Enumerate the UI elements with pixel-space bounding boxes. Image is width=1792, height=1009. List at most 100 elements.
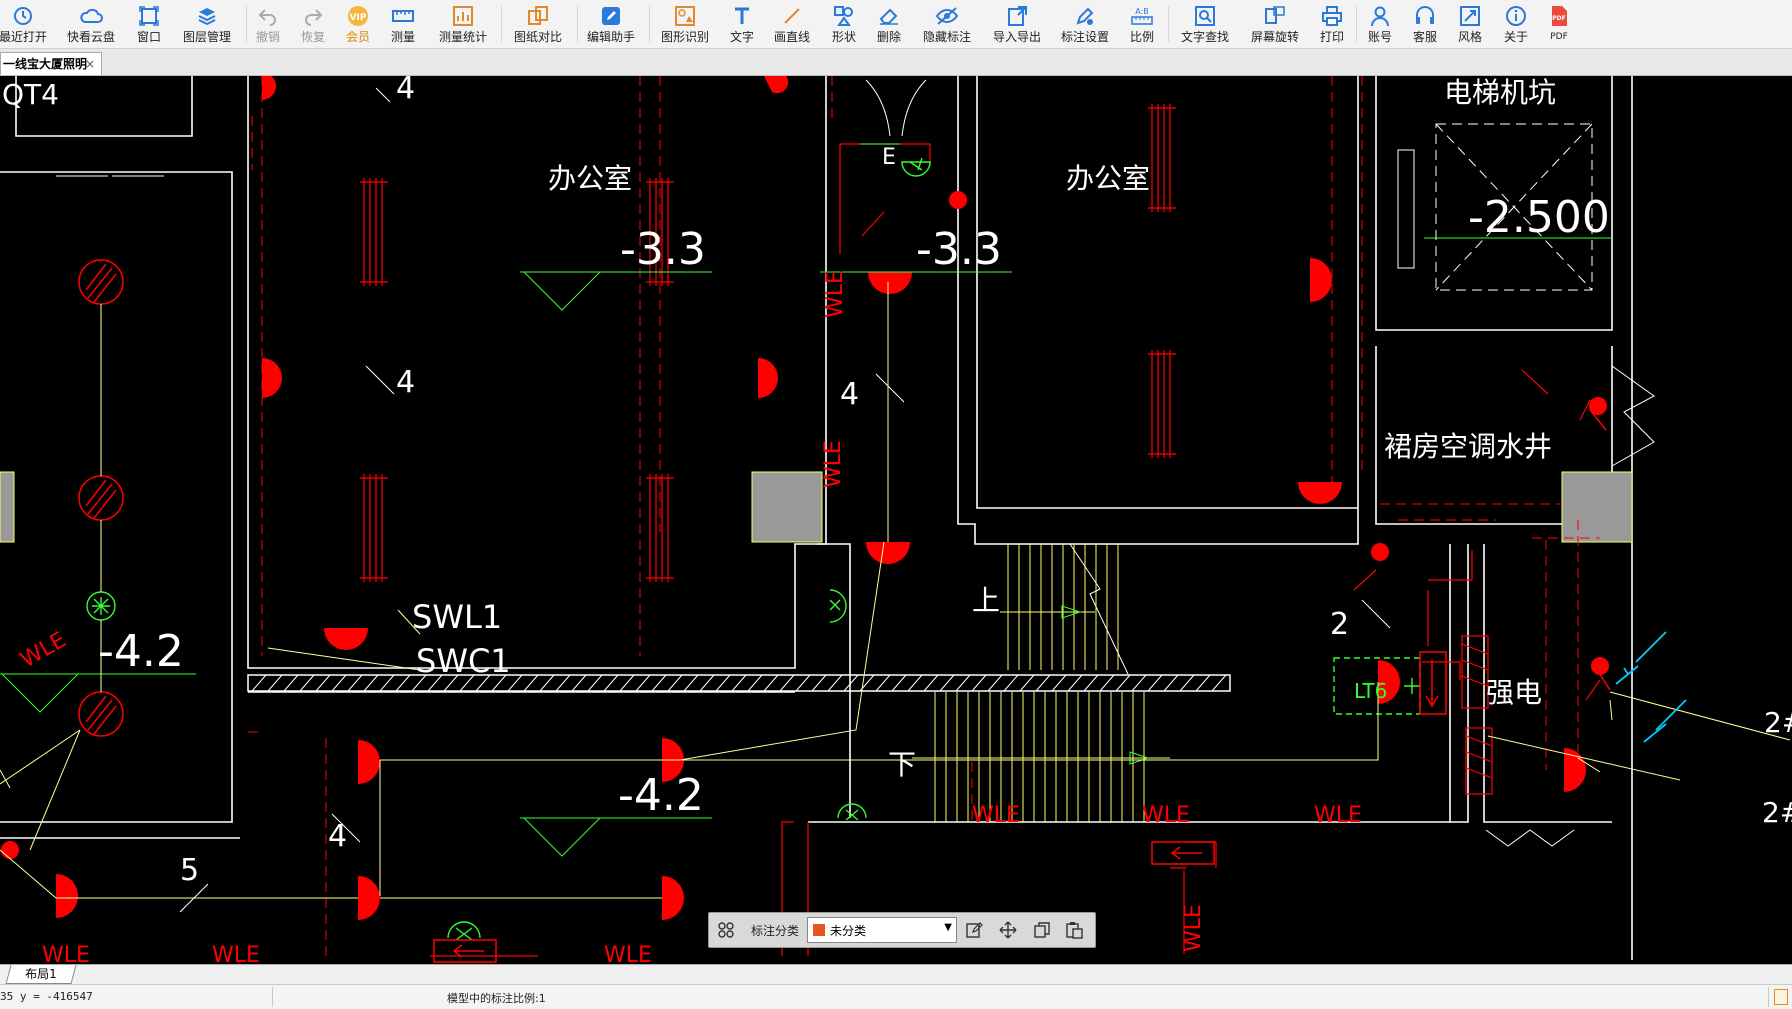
status-divider <box>272 987 273 1007</box>
headset-icon <box>1413 4 1437 28</box>
document-tab-label: 一线宝大厦照明 <box>3 57 88 71</box>
toolbar-style-button[interactable]: 风格 <box>1454 0 1486 48</box>
svg-text:PDF: PDF <box>1552 15 1565 22</box>
tag-label: 上 <box>972 584 1000 617</box>
toolbar-support-button[interactable]: 客服 <box>1409 0 1441 48</box>
text-icon <box>730 4 754 28</box>
category-color-swatch <box>813 924 825 936</box>
toolbar-line-button[interactable]: 画直线 <box>770 0 814 48</box>
toolbar-hide-annotation-button[interactable]: 隐藏标注 <box>918 0 976 48</box>
room-label: 办公室 <box>1066 162 1150 195</box>
toolbar-about-button[interactable]: 关于 <box>1500 0 1532 48</box>
toolbar-recent-button[interactable]: 最近打开 <box>0 0 47 48</box>
status-divider <box>1768 987 1769 1007</box>
toolbar-shape-button[interactable]: 形状 <box>828 0 860 48</box>
columns <box>0 471 1633 543</box>
wle-label: WLE <box>212 943 260 964</box>
toolbar-annotation-settings-button[interactable]: 标注设置 <box>1056 0 1114 48</box>
cad-drawing: 办公室 办公室 电梯机坑 裙房空调水井 -3.3 -3.3 -2.500 -4.… <box>0 76 1792 964</box>
tag-label: QT4 <box>2 78 59 111</box>
document-tab[interactable]: 一线宝大厦照明 × <box>0 52 102 75</box>
move-icon[interactable] <box>999 921 1017 939</box>
undo-icon <box>256 4 280 28</box>
toolbar-measure-stats-button[interactable]: 测量统计 <box>434 0 492 48</box>
toolbar-window-button[interactable]: 窗口 <box>133 0 165 48</box>
category-label: 标注分类 <box>751 924 800 938</box>
chevron-down-icon: ▼ <box>944 922 952 933</box>
paste-icon[interactable] <box>1065 921 1083 939</box>
wle-label: WLE <box>821 440 846 488</box>
info-icon <box>1504 4 1528 28</box>
wle-label: WLE <box>42 943 90 964</box>
wle-labels: WLE WLE WLE WLE WLE WLE WLE WLE WLE WLE <box>17 270 1362 964</box>
toolbar-edit-assistant-button[interactable]: 编辑助手 <box>582 0 640 48</box>
tag-label: SWC1 <box>416 642 511 680</box>
toolbar-account-button[interactable]: 账号 <box>1364 0 1396 48</box>
tag-label: LT6 <box>1354 679 1387 703</box>
tag-label: 强电 <box>1486 676 1542 709</box>
toolbar-print-button[interactable]: 打印 <box>1316 0 1348 48</box>
toolbar-layers-button[interactable]: 图层管理 <box>178 0 236 48</box>
close-icon[interactable]: × <box>85 53 95 75</box>
wle-label: WLE <box>604 943 652 964</box>
annotation-float-toolbar: 标注分类 未分类 ▼ <box>708 912 1096 948</box>
drawing-text: 办公室 办公室 电梯机坑 裙房空调水井 -3.3 -3.3 -2.500 -4.… <box>2 76 1792 964</box>
pdf-icon: PDF <box>1547 4 1571 28</box>
elevation-label: -3.3 <box>916 224 1002 275</box>
edit-icon[interactable] <box>965 921 983 939</box>
toolbar-cloud-button[interactable]: 快看云盘 <box>62 0 120 48</box>
toolbar-compare-button[interactable]: 图纸对比 <box>509 0 567 48</box>
tag-label: 下 <box>888 748 916 781</box>
hatched-beam <box>247 674 1231 692</box>
toolbar-measure-button[interactable]: 测量 <box>387 0 419 48</box>
toolbar-separator <box>501 6 502 42</box>
toolbar-vip-button[interactable]: VIP 会员 <box>342 0 374 48</box>
status-bar: 35 y = -416547 模型中的标注比例:1 <box>0 984 1792 1009</box>
toolbar-separator <box>1356 6 1357 42</box>
wle-label: WLE <box>972 803 1020 828</box>
history-icon <box>11 4 35 28</box>
wle-label: WLE <box>17 628 71 674</box>
toolbar-separator <box>246 6 247 42</box>
layout-tab[interactable]: 布局1 <box>5 965 77 984</box>
toolbar-delete-button[interactable]: 删除 <box>873 0 905 48</box>
hide-annotation-icon <box>935 4 959 28</box>
resize-grip-icon[interactable] <box>1774 989 1788 1005</box>
layers-icon <box>195 4 219 28</box>
drawing-canvas[interactable]: 办公室 办公室 电梯机坑 裙房空调水井 -3.3 -3.3 -2.500 -4.… <box>0 76 1792 964</box>
toolbar-pdf-button[interactable]: PDF PDF <box>1545 0 1573 48</box>
toolbar-text-search-button[interactable]: 文字查找 <box>1176 0 1234 48</box>
compare-icon <box>526 4 550 28</box>
toolbar-rotate-screen-button[interactable]: 屏幕旋转 <box>1246 0 1304 48</box>
count-label: 4 <box>328 819 347 854</box>
text-search-icon <box>1193 4 1217 28</box>
toolbar-import-export-button[interactable]: 导入导出 <box>988 0 1046 48</box>
svg-text:A:B: A:B <box>1135 7 1149 16</box>
copy-icon[interactable] <box>1033 921 1051 939</box>
svg-text:VIP: VIP <box>350 13 367 23</box>
toolbar-undo-button[interactable]: 撤销 <box>252 0 284 48</box>
room-label: 裙房空调水井 <box>1384 430 1552 463</box>
toolbar-redo-button[interactable]: 恢复 <box>297 0 329 48</box>
style-icon <box>1458 4 1482 28</box>
wle-label: WLE <box>823 270 848 318</box>
edit-assistant-icon <box>599 4 623 28</box>
coordinate-readout: 35 y = -416547 <box>0 990 93 1003</box>
misc-white <box>56 79 1655 847</box>
symbols <box>433 409 1611 963</box>
cloud-icon <box>79 4 103 28</box>
stairs <box>912 543 1170 822</box>
grid-icon[interactable] <box>717 921 735 939</box>
category-select[interactable]: 未分类 ▼ <box>807 917 957 943</box>
toolbar-shape-recognize-button[interactable]: 图形识别 <box>656 0 714 48</box>
wle-label: WLE <box>1142 803 1190 828</box>
elevation-label: -4.2 <box>618 770 704 821</box>
account-icon <box>1368 4 1392 28</box>
printer-icon <box>1320 4 1344 28</box>
toolbar-scale-button[interactable]: A:B 比例 <box>1126 0 1158 48</box>
toolbar-text-button[interactable]: 文字 <box>726 0 758 48</box>
annotation-settings-icon <box>1073 4 1097 28</box>
measure-stats-icon <box>451 4 475 28</box>
elevation-label: -4.2 <box>98 626 184 677</box>
vip-icon: VIP <box>346 4 370 28</box>
